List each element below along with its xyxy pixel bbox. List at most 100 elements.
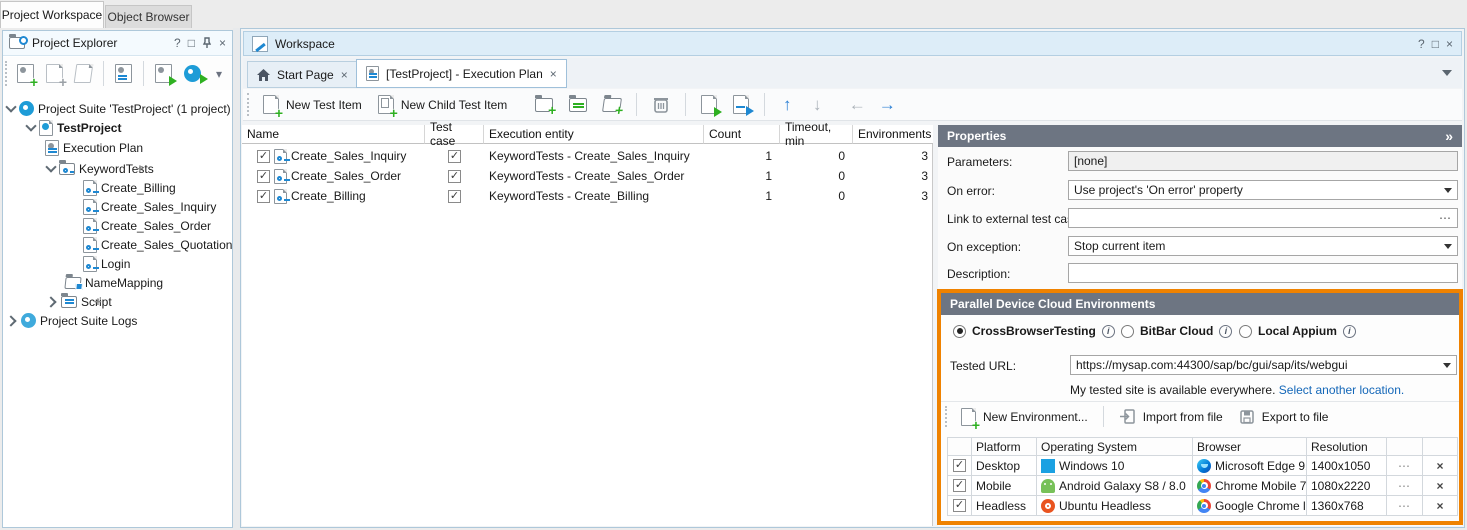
group-list-button[interactable]	[563, 92, 593, 118]
tree-item-login[interactable]: Login	[83, 254, 130, 273]
tree-item-create-sales-order[interactable]: Create_Sales_Order	[83, 216, 211, 235]
delete-button[interactable]	[646, 92, 676, 118]
maximize-icon[interactable]: □	[188, 36, 195, 50]
tree-item-project-suite[interactable]: Project Suite 'TestProject' (1 project)	[7, 99, 231, 118]
tree-item-project-suite-logs[interactable]: Project Suite Logs	[7, 311, 137, 330]
provider-bitbar-radio[interactable]: BitBar Cloud i	[1121, 324, 1232, 338]
on-exception-dropdown[interactable]: Stop current item	[1068, 236, 1458, 256]
new-child-test-item-button[interactable]: + New Child Test Item	[372, 92, 513, 118]
add-project-button[interactable]: +	[11, 61, 40, 87]
description-field[interactable]	[1068, 263, 1458, 283]
info-icon[interactable]: i	[1219, 325, 1232, 338]
test-case-checkbox[interactable]: ✓	[448, 170, 461, 183]
edit-environment-icon[interactable]: ⋯	[1398, 479, 1411, 493]
remove-environment-icon[interactable]: ×	[1436, 459, 1443, 473]
new-test-item-button[interactable]: + New Test Item	[257, 92, 368, 118]
help-icon[interactable]: ?	[174, 36, 181, 50]
tree-item-namemapping[interactable]: NameMapping	[65, 273, 163, 292]
info-icon[interactable]: i	[1102, 325, 1115, 338]
tree-item-create-sales-inquiry[interactable]: Create_Sales_Inquiry	[83, 197, 216, 216]
column-header-platform[interactable]: Platform	[972, 437, 1037, 456]
column-header-test-case[interactable]: Test case	[425, 125, 484, 144]
toolbar-grip[interactable]	[247, 93, 251, 116]
on-error-dropdown[interactable]: Use project's 'On error' property	[1068, 180, 1458, 200]
expander-icon[interactable]	[45, 161, 56, 172]
env-row-checkbox[interactable]: ✓	[953, 459, 966, 472]
column-header-os[interactable]: Operating System	[1037, 437, 1193, 456]
row-checkbox[interactable]: ✓	[257, 170, 270, 183]
link-external-field[interactable]: ⋯	[1068, 208, 1458, 228]
move-up-icon[interactable]: ↑	[774, 95, 800, 115]
tested-url-combobox[interactable]: https://mysap.com:44300/sap/bc/gui/sap/i…	[1070, 355, 1457, 375]
test-case-checkbox[interactable]: ✓	[448, 150, 461, 163]
expander-icon[interactable]	[5, 315, 16, 326]
tree-item-label: Create_Sales_Quotation	[97, 238, 232, 252]
tree-item-script[interactable]: Script +	[47, 292, 112, 311]
new-environment-button[interactable]: + New Environment...	[955, 404, 1094, 430]
add-keyword-test-icon[interactable]: +	[136, 161, 144, 176]
row-checkbox[interactable]: ✓	[257, 150, 270, 163]
maximize-icon[interactable]: □	[1432, 37, 1439, 51]
column-header-execution-entity[interactable]: Execution entity	[484, 125, 704, 144]
export-to-file-button[interactable]: Export to file	[1233, 404, 1335, 430]
run-selected-items-button[interactable]	[727, 92, 755, 118]
run-project-button[interactable]	[149, 61, 178, 87]
open-item-button-disabled[interactable]	[69, 61, 98, 87]
tree-item-create-billing[interactable]: Create_Billing	[83, 178, 176, 197]
close-tab-icon[interactable]: ×	[550, 67, 557, 81]
outdent-icon[interactable]: ←	[844, 95, 870, 115]
help-icon[interactable]: ?	[1418, 37, 1425, 51]
indent-icon[interactable]: →	[874, 95, 900, 115]
expander-icon[interactable]	[45, 296, 56, 307]
execution-plan-button[interactable]	[109, 61, 138, 87]
column-header-count[interactable]: Count	[704, 125, 780, 144]
select-location-link[interactable]: Select another location.	[1279, 383, 1404, 397]
new-item-button-disabled[interactable]: +	[40, 61, 69, 87]
column-header-timeout[interactable]: Timeout, min	[780, 125, 853, 144]
move-down-icon[interactable]: ↓	[804, 95, 830, 115]
close-icon[interactable]: ×	[219, 36, 226, 50]
test-case-checkbox[interactable]: ✓	[448, 190, 461, 203]
edit-environment-icon[interactable]: ⋯	[1398, 499, 1411, 513]
expander-icon[interactable]	[5, 101, 16, 112]
tab-list-caret-icon[interactable]	[1442, 70, 1452, 76]
parameters-field[interactable]: [none]	[1068, 151, 1458, 171]
info-icon[interactable]: i	[1343, 325, 1356, 338]
close-tab-icon[interactable]: ×	[341, 68, 348, 82]
column-header-resolution[interactable]: Resolution	[1307, 437, 1387, 456]
tree-item-create-sales-quotation[interactable]: Create_Sales_Quotation	[83, 235, 232, 254]
vertical-splitter[interactable]	[233, 28, 240, 530]
column-header-browser[interactable]: Browser	[1193, 437, 1307, 456]
row-checkbox[interactable]: ✓	[257, 190, 270, 203]
remove-environment-icon[interactable]: ×	[1436, 479, 1443, 493]
tree-item-execution-plan[interactable]: Execution Plan	[45, 138, 143, 157]
tab-object-browser[interactable]: Object Browser	[105, 5, 192, 28]
toolbar-grip[interactable]	[5, 61, 9, 86]
tab-project-workspace[interactable]: Project Workspace	[0, 1, 104, 28]
expander-icon[interactable]	[25, 120, 36, 131]
tree-item-testproject[interactable]: TestProject	[27, 118, 121, 137]
provider-local-appium-radio[interactable]: Local Appium i	[1239, 324, 1356, 338]
remove-environment-icon[interactable]: ×	[1436, 499, 1443, 513]
collapse-panel-icon[interactable]: »	[1445, 128, 1453, 144]
toolbar-grip[interactable]	[945, 406, 949, 427]
browse-ellipsis-icon[interactable]: ⋯	[1439, 211, 1452, 225]
env-row-checkbox[interactable]: ✓	[953, 499, 966, 512]
close-icon[interactable]: ×	[1446, 37, 1453, 51]
env-row-checkbox[interactable]: ✓	[953, 479, 966, 492]
pin-icon[interactable]	[202, 37, 212, 49]
tab-start-page[interactable]: Start Page ×	[247, 61, 358, 88]
tree-item-keywordtests[interactable]: KeywordTests +	[47, 159, 154, 178]
run-focused-item-button[interactable]	[695, 92, 723, 118]
import-from-file-button[interactable]: Import from file	[1113, 404, 1229, 430]
tab-execution-plan[interactable]: [TestProject] - Execution Plan ×	[356, 59, 567, 88]
run-options-caret-icon[interactable]: ▾	[216, 67, 222, 81]
new-group-button[interactable]: +	[529, 92, 559, 118]
toolbar-separator	[143, 61, 144, 86]
add-script-icon[interactable]: +	[94, 294, 102, 309]
provider-crossbrowsertesting-radio[interactable]: CrossBrowserTesting i	[953, 324, 1115, 338]
column-header-environments[interactable]: Environments	[853, 125, 933, 144]
edit-environment-icon[interactable]: ⋯	[1398, 459, 1411, 473]
add-to-group-button[interactable]: +	[597, 92, 627, 118]
column-header-name[interactable]: Name	[242, 125, 425, 144]
